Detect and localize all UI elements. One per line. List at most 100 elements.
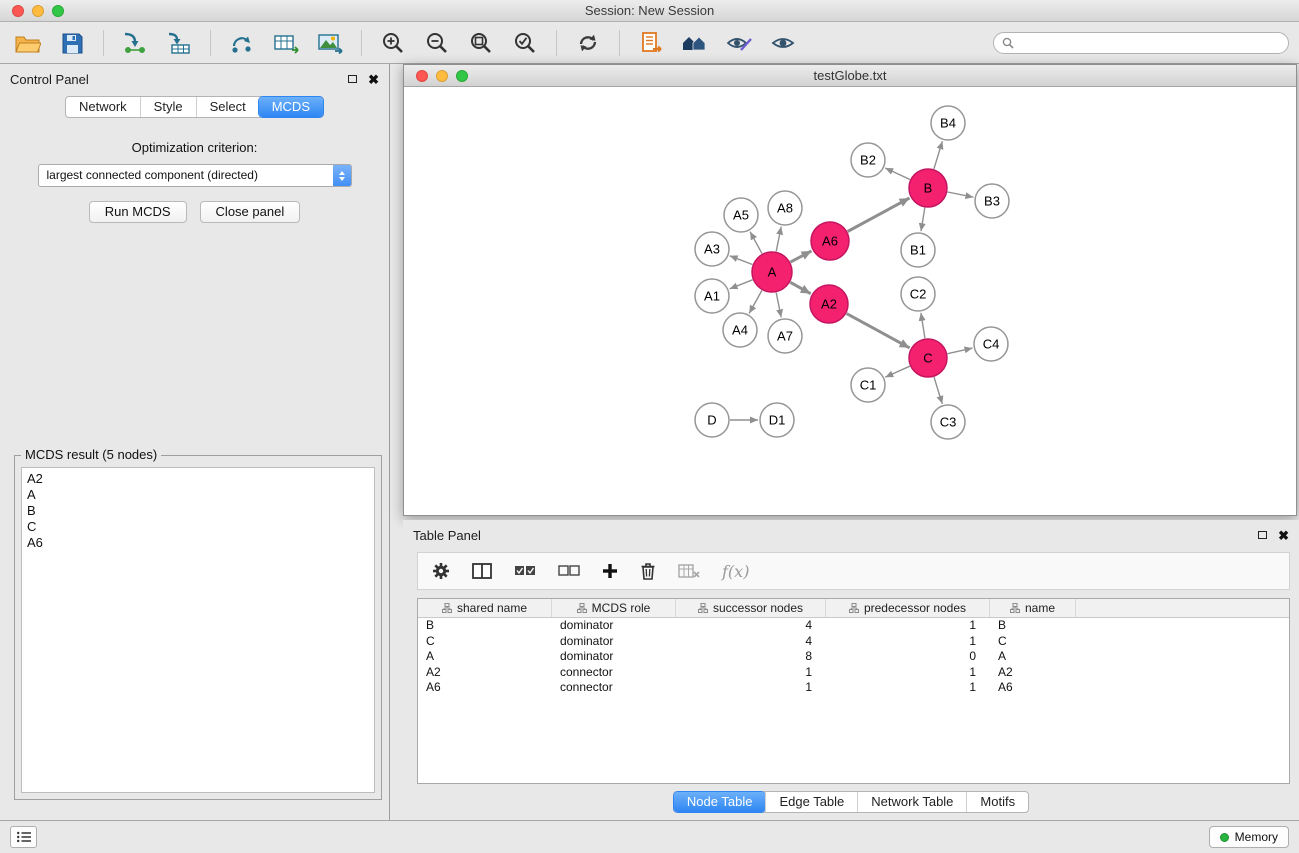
function-builder-icon[interactable]: f(x) xyxy=(722,562,749,581)
network-maximize-button[interactable] xyxy=(456,70,468,82)
tab-network[interactable]: Network xyxy=(66,97,140,117)
network-graph[interactable]: AA1A2A3A4A5A6A7A8BB1B2B3B4CC1C2C3C4DD1 xyxy=(405,88,1297,516)
show-columns-icon[interactable] xyxy=(472,563,492,579)
refresh-icon[interactable] xyxy=(570,27,606,59)
graph-edge-A-A4[interactable] xyxy=(749,290,762,313)
graph-node-A4[interactable]: A4 xyxy=(723,313,757,347)
column-header-shared-name[interactable]: shared name xyxy=(418,599,552,617)
import-network-file-icon[interactable] xyxy=(117,27,153,59)
graph-node-B1[interactable]: B1 xyxy=(901,233,935,267)
snapshot-icon[interactable] xyxy=(633,27,669,59)
graph-edge-C-C2[interactable] xyxy=(921,313,925,338)
graph-node-A8[interactable]: A8 xyxy=(768,191,802,225)
tab-edge-table[interactable]: Edge Table xyxy=(765,792,857,812)
close-table-panel-icon[interactable]: ✖ xyxy=(1278,529,1289,542)
delete-table-icon[interactable] xyxy=(678,563,700,579)
graph-node-A7[interactable]: A7 xyxy=(768,319,802,353)
graph-edge-B-B1[interactable] xyxy=(921,208,925,232)
maximize-window-button[interactable] xyxy=(52,5,64,17)
graph-node-C3[interactable]: C3 xyxy=(931,405,965,439)
graph-edge-B-B2[interactable] xyxy=(885,168,910,180)
graph-node-D[interactable]: D xyxy=(695,403,729,437)
network-window-titlebar[interactable]: testGlobe.txt xyxy=(404,65,1296,87)
table-row[interactable]: Bdominator41B xyxy=(418,618,1289,634)
graph-node-A5[interactable]: A5 xyxy=(724,198,758,232)
graph-edge-A-A3[interactable] xyxy=(730,256,753,265)
table-row[interactable]: A6connector11A6 xyxy=(418,680,1289,696)
network-canvas[interactable]: AA1A2A3A4A5A6A7A8BB1B2B3B4CC1C2C3C4DD1 xyxy=(405,88,1295,514)
graph-edge-A6-B[interactable] xyxy=(848,198,910,232)
hide-graphics-details-icon[interactable] xyxy=(721,27,757,59)
tab-motifs[interactable]: Motifs xyxy=(966,792,1028,812)
column-header-successor-nodes[interactable]: successor nodes xyxy=(676,599,826,617)
search-input[interactable] xyxy=(1020,35,1280,51)
show-graphics-details-icon[interactable] xyxy=(765,27,801,59)
graph-node-B[interactable]: B xyxy=(909,169,947,207)
graph-edge-B-B3[interactable] xyxy=(948,192,974,197)
select-all-checkboxes-icon[interactable] xyxy=(514,565,536,577)
graph-node-B2[interactable]: B2 xyxy=(851,143,885,177)
table-settings-gear-icon[interactable] xyxy=(432,562,450,580)
close-window-button[interactable] xyxy=(12,5,24,17)
graph-node-C[interactable]: C xyxy=(909,339,947,377)
graph-node-A[interactable]: A xyxy=(752,252,792,292)
zoom-selected-icon[interactable] xyxy=(507,27,543,59)
save-session-icon[interactable] xyxy=(54,27,90,59)
graph-node-C1[interactable]: C1 xyxy=(851,368,885,402)
column-header-predecessor-nodes[interactable]: predecessor nodes xyxy=(826,599,990,617)
import-table-file-icon[interactable] xyxy=(161,27,197,59)
graph-node-A6[interactable]: A6 xyxy=(811,222,849,260)
close-panel-icon[interactable]: ✖ xyxy=(368,73,379,86)
network-close-button[interactable] xyxy=(416,70,428,82)
network-table-icon[interactable] xyxy=(268,27,304,59)
column-header-MCDS-role[interactable]: MCDS role xyxy=(552,599,676,617)
graph-edge-A-A2[interactable] xyxy=(790,282,810,293)
float-table-panel-icon[interactable] xyxy=(1258,531,1267,539)
graph-edge-A-A5[interactable] xyxy=(750,232,762,254)
tab-node-table[interactable]: Node Table xyxy=(674,792,766,812)
mcds-result-list[interactable]: A2ABCA6 xyxy=(21,467,375,793)
table-row[interactable]: A2connector11A2 xyxy=(418,665,1289,681)
zoom-fit-icon[interactable] xyxy=(463,27,499,59)
graph-edge-A-A1[interactable] xyxy=(730,280,753,289)
column-header-name[interactable]: name xyxy=(990,599,1076,617)
graph-edge-A-A8[interactable] xyxy=(776,227,781,252)
tab-select[interactable]: Select xyxy=(196,97,259,117)
task-history-button[interactable] xyxy=(10,826,37,848)
tab-mcds[interactable]: MCDS xyxy=(259,97,323,117)
memory-button[interactable]: Memory xyxy=(1209,826,1289,848)
tab-network-table[interactable]: Network Table xyxy=(857,792,966,812)
zoom-out-icon[interactable] xyxy=(419,27,455,59)
close-panel-button[interactable]: Close panel xyxy=(200,201,301,223)
graph-edge-A2-C[interactable] xyxy=(847,314,910,348)
graph-edge-C-C4[interactable] xyxy=(948,348,973,354)
graph-node-B3[interactable]: B3 xyxy=(975,184,1009,218)
birdseye-home-icon[interactable] xyxy=(677,27,713,59)
graph-node-A1[interactable]: A1 xyxy=(695,279,729,313)
graph-node-A2[interactable]: A2 xyxy=(810,285,848,323)
graph-edge-C-C1[interactable] xyxy=(885,366,910,377)
clone-network-icon[interactable] xyxy=(224,27,260,59)
delete-column-trash-icon[interactable] xyxy=(640,562,656,580)
graph-node-C4[interactable]: C4 xyxy=(974,327,1008,361)
search-field[interactable] xyxy=(993,32,1289,54)
network-minimize-button[interactable] xyxy=(436,70,448,82)
table-row[interactable]: Adominator80A xyxy=(418,649,1289,665)
graph-edge-A-A6[interactable] xyxy=(791,251,812,262)
graph-node-C2[interactable]: C2 xyxy=(901,277,935,311)
graph-node-D1[interactable]: D1 xyxy=(760,403,794,437)
zoom-in-icon[interactable] xyxy=(375,27,411,59)
open-session-icon[interactable] xyxy=(10,27,46,59)
table-row[interactable]: Cdominator41C xyxy=(418,634,1289,650)
optimization-criterion-dropdown[interactable]: largest connected component (directed) xyxy=(38,164,352,187)
graph-edge-C-C3[interactable] xyxy=(934,377,942,404)
float-panel-icon[interactable] xyxy=(348,75,357,83)
dropdown-stepper-icon[interactable] xyxy=(333,164,352,187)
run-mcds-button[interactable]: Run MCDS xyxy=(89,201,187,223)
add-column-icon[interactable] xyxy=(602,563,618,579)
unselect-all-checkboxes-icon[interactable] xyxy=(558,565,580,577)
graph-node-B4[interactable]: B4 xyxy=(931,106,965,140)
minimize-window-button[interactable] xyxy=(32,5,44,17)
export-image-icon[interactable] xyxy=(312,27,348,59)
graph-edge-A-A7[interactable] xyxy=(776,293,781,318)
